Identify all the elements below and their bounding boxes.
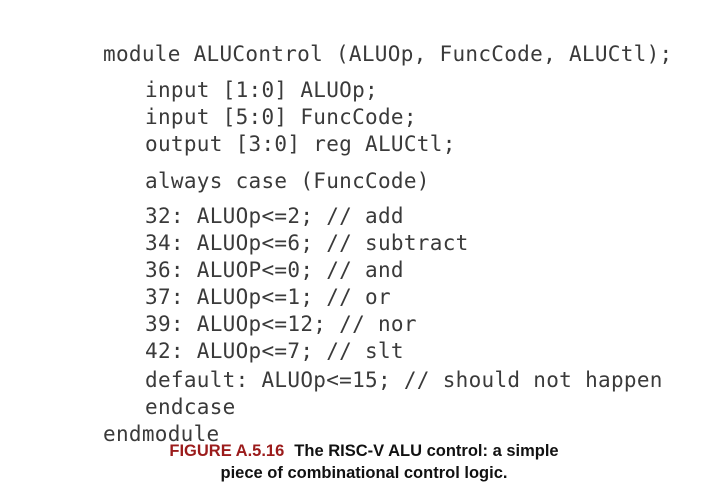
code-line: module ALUControl (ALUOp, FuncCode, ALUC… [103, 42, 673, 66]
code-line: always case (FuncCode) [145, 169, 430, 193]
code-line: 32: ALUOp<=2; // add [145, 204, 404, 228]
figure-label: FIGURE A.5.16 [169, 442, 285, 460]
code-line: 42: ALUOp<=7; // slt [145, 339, 404, 363]
caption-line-1: FIGURE A.5.16 The RISC-V ALU control: a s… [0, 443, 728, 460]
code-line: 37: ALUOp<=1; // or [145, 285, 391, 309]
code-line: 39: ALUOp<=12; // nor [145, 312, 417, 336]
code-line: default: ALUOp<=15; // should not happen [145, 368, 663, 392]
code-line: endcase [145, 395, 236, 419]
code-line: 36: ALUOP<=0; // and [145, 258, 404, 282]
code-line: input [5:0] FuncCode; [145, 105, 417, 129]
caption-title: The RISC-V ALU control: a simple [294, 442, 559, 460]
code-line: 34: ALUOp<=6; // subtract [145, 231, 469, 255]
caption-line-2: piece of combinational control logic. [220, 464, 508, 482]
code-line: input [1:0] ALUOp; [145, 78, 378, 102]
code-line: output [3:0] reg ALUCtl; [145, 132, 456, 156]
